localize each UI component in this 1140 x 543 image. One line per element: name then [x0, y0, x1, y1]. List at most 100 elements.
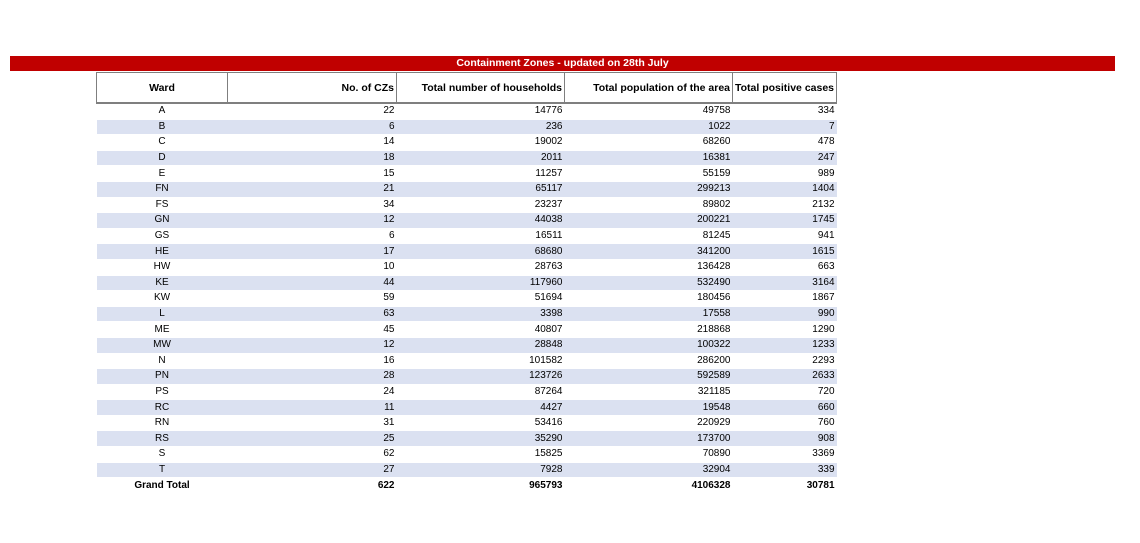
- table-row: RC 11 4427 19548 660: [96, 399, 837, 416]
- czs-cell: 45: [227, 321, 397, 338]
- table-row: D 18 2011 16381 247: [96, 150, 837, 167]
- czs-cell: 28: [227, 368, 397, 385]
- households-cell: 117960: [396, 275, 565, 292]
- population-cell: 173700: [564, 430, 733, 448]
- population-cell: 32904: [564, 462, 733, 479]
- czs-cell: 63: [227, 306, 397, 323]
- czs-cell: 44: [227, 275, 397, 292]
- households-cell: 15825: [396, 446, 565, 463]
- positive-cases-cell: 2132: [732, 197, 837, 214]
- header-population: Total population of the area: [564, 72, 733, 104]
- households-cell: 4427: [396, 399, 565, 416]
- grand-total-row: Grand Total 622 965793 4106328 30781: [96, 477, 837, 494]
- positive-cases-cell: 1233: [732, 337, 837, 354]
- header-ward: Ward: [96, 72, 228, 104]
- table-title-banner: Containment Zones - updated on 28th July: [10, 56, 1115, 71]
- table-row: N 16 101582 286200 2293: [96, 353, 837, 370]
- ward-cell: N: [96, 353, 228, 370]
- table-row: C 14 19002 68260 478: [96, 134, 837, 151]
- ward-cell: A: [96, 103, 228, 120]
- population-cell: 218868: [564, 321, 733, 338]
- header-no-of-czs: No. of CZs: [227, 72, 397, 104]
- table-row: RS 25 35290 173700 908: [96, 430, 837, 448]
- households-cell: 44038: [396, 212, 565, 229]
- population-cell: 49758: [564, 103, 733, 120]
- population-cell: 1022: [564, 119, 733, 136]
- table-row: KW 59 51694 180456 1867: [96, 290, 837, 307]
- positive-cases-cell: 478: [732, 134, 837, 151]
- ward-cell: B: [96, 119, 228, 136]
- grand-total-households: 965793: [396, 477, 565, 494]
- czs-cell: 62: [227, 446, 397, 463]
- ward-cell: KE: [96, 275, 228, 292]
- ward-cell: E: [96, 165, 228, 182]
- table-row: MW 12 28848 100322 1233: [96, 337, 837, 354]
- population-cell: 19548: [564, 399, 733, 416]
- population-cell: 16381: [564, 150, 733, 167]
- positive-cases-cell: 2293: [732, 353, 837, 370]
- households-cell: 16511: [396, 228, 565, 245]
- czs-cell: 10: [227, 259, 397, 276]
- ward-cell: MW: [96, 337, 228, 354]
- positive-cases-cell: 720: [732, 384, 837, 401]
- positive-cases-cell: 334: [732, 103, 837, 120]
- ward-cell: T: [96, 462, 228, 479]
- czs-cell: 27: [227, 462, 397, 479]
- czs-cell: 14: [227, 134, 397, 151]
- table-row: HW 10 28763 136428 663: [96, 259, 837, 276]
- population-cell: 299213: [564, 181, 733, 198]
- ward-cell: HW: [96, 259, 228, 276]
- households-cell: 35290: [396, 430, 565, 448]
- population-cell: 68260: [564, 134, 733, 151]
- table-row: RN 31 53416 220929 760: [96, 415, 837, 432]
- population-cell: 136428: [564, 259, 733, 276]
- positive-cases-cell: 247: [732, 150, 837, 167]
- population-cell: 81245: [564, 228, 733, 245]
- table-row: B 6 236 1022 7: [96, 119, 837, 136]
- czs-cell: 25: [227, 430, 397, 448]
- grand-total-positive-cases: 30781: [732, 477, 837, 494]
- containment-zones-table: Ward No. of CZs Total number of househol…: [96, 72, 838, 494]
- table-row: GN 12 44038 200221 1745: [96, 212, 837, 229]
- ward-cell: RC: [96, 399, 228, 416]
- ward-cell: L: [96, 306, 228, 323]
- table-row: A 22 14776 49758 334: [96, 103, 837, 120]
- positive-cases-cell: 1290: [732, 321, 837, 338]
- positive-cases-cell: 908: [732, 430, 837, 448]
- population-cell: 286200: [564, 353, 733, 370]
- table-row: E 15 11257 55159 989: [96, 165, 837, 182]
- grand-total-population: 4106328: [564, 477, 733, 494]
- grand-total-czs: 622: [227, 477, 397, 494]
- positive-cases-cell: 1615: [732, 243, 837, 260]
- ward-cell: S: [96, 446, 228, 463]
- ward-cell: ME: [96, 321, 228, 338]
- czs-cell: 12: [227, 212, 397, 229]
- ward-cell: HE: [96, 243, 228, 260]
- ward-cell: D: [96, 150, 228, 167]
- population-cell: 341200: [564, 243, 733, 260]
- positive-cases-cell: 760: [732, 415, 837, 432]
- table-row: T 27 7928 32904 339: [96, 462, 837, 479]
- positive-cases-cell: 660: [732, 399, 837, 416]
- ward-cell: KW: [96, 290, 228, 307]
- households-cell: 101582: [396, 353, 565, 370]
- table-row: HE 17 68680 341200 1615: [96, 243, 837, 260]
- households-cell: 23237: [396, 197, 565, 214]
- households-cell: 123726: [396, 368, 565, 385]
- ward-cell: FN: [96, 181, 228, 198]
- households-cell: 65117: [396, 181, 565, 198]
- table-row: S 62 15825 70890 3369: [96, 446, 837, 463]
- positive-cases-cell: 990: [732, 306, 837, 323]
- czs-cell: 22: [227, 103, 397, 120]
- czs-cell: 15: [227, 165, 397, 182]
- table-row: PN 28 123726 592589 2633: [96, 368, 837, 385]
- households-cell: 14776: [396, 103, 565, 120]
- positive-cases-cell: 663: [732, 259, 837, 276]
- positive-cases-cell: 941: [732, 228, 837, 245]
- ward-cell: PN: [96, 368, 228, 385]
- czs-cell: 16: [227, 353, 397, 370]
- population-cell: 89802: [564, 197, 733, 214]
- header-row: Ward No. of CZs Total number of househol…: [96, 72, 838, 104]
- ward-cell: PS: [96, 384, 228, 401]
- households-cell: 28763: [396, 259, 565, 276]
